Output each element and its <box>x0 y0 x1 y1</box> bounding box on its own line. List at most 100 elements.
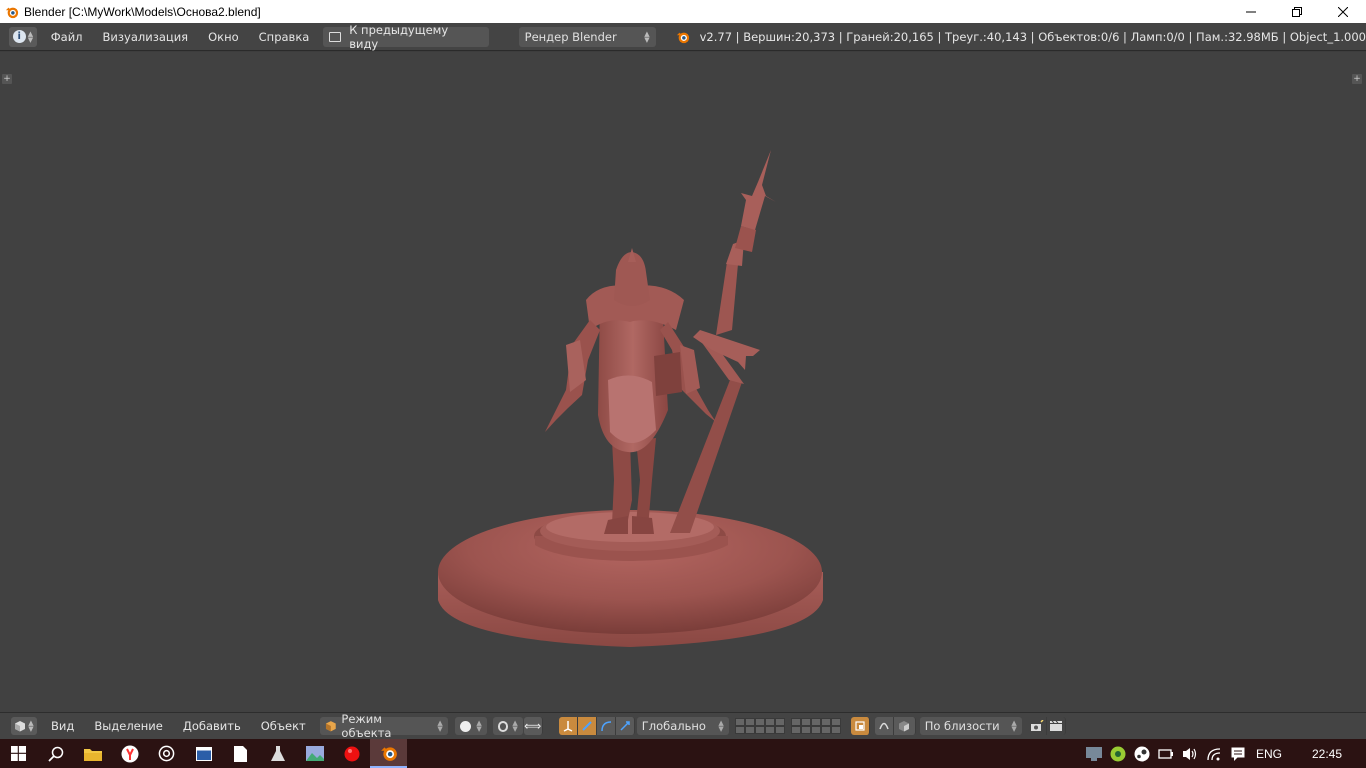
editor-type-selector-3d[interactable]: ▲ ▼ <box>11 717 37 735</box>
layer-13[interactable] <box>754 726 765 734</box>
flask-icon <box>270 745 285 761</box>
layer-16[interactable] <box>790 726 801 734</box>
tray-power[interactable] <box>1154 739 1178 768</box>
window-icon <box>195 746 212 761</box>
minimize-icon <box>1246 11 1256 12</box>
rotate-arc-button[interactable] <box>596 717 616 735</box>
menu-select[interactable]: Выделение <box>84 719 173 733</box>
tray-steam[interactable] <box>1130 739 1154 768</box>
yandex-browser-icon <box>121 745 138 762</box>
tray-app-green[interactable] <box>1106 739 1130 768</box>
layer-3[interactable] <box>754 718 765 726</box>
taskbar-image-viewer[interactable] <box>296 739 333 768</box>
interaction-mode-selector[interactable]: Режим объекта ▲ ▼ <box>319 712 448 740</box>
windows-taskbar: ENG 22:45 <box>0 739 1366 768</box>
lock-layers-button[interactable] <box>850 717 870 735</box>
green-app-icon <box>1110 746 1126 761</box>
layer-buttons-group-2[interactable] <box>790 718 841 734</box>
menu-object[interactable]: Объект <box>251 719 316 733</box>
screen-back-icon <box>329 31 342 42</box>
layer-19[interactable] <box>820 726 831 734</box>
layer-7[interactable] <box>800 718 811 726</box>
render-opengl-button[interactable] <box>1027 717 1047 735</box>
layer-5[interactable] <box>774 718 785 726</box>
restore-button[interactable] <box>1274 0 1320 23</box>
tray-clock[interactable]: 22:45 <box>1288 747 1366 761</box>
updown-arrows-icon: ▲ ▼ <box>512 719 518 733</box>
layer-17[interactable] <box>800 726 811 734</box>
sword <box>670 150 776 533</box>
tray-wifi[interactable] <box>1202 739 1226 768</box>
camera-icon <box>1030 720 1044 731</box>
info-header: i ▲ ▼ Файл Визуализация Окно Справка К пр… <box>0 23 1366 51</box>
blender-logo-icon <box>676 32 689 43</box>
layer-2[interactable] <box>744 718 755 726</box>
system-tray: ENG 22:45 <box>1082 739 1366 768</box>
layer-buttons-group-1[interactable] <box>734 718 785 734</box>
layer-15[interactable] <box>774 726 785 734</box>
layer-14[interactable] <box>764 726 775 734</box>
layer-9[interactable] <box>820 718 831 726</box>
start-button[interactable] <box>0 739 37 768</box>
taskbar-recorder[interactable] <box>333 739 370 768</box>
scale-manipulator-button[interactable] <box>615 717 635 735</box>
tray-notifications[interactable] <box>1226 739 1250 768</box>
document-icon <box>234 745 247 762</box>
search-button[interactable] <box>37 739 74 768</box>
close-button[interactable] <box>1320 0 1366 23</box>
layer-10[interactable] <box>830 718 841 726</box>
tray-language[interactable]: ENG <box>1250 747 1288 761</box>
restore-icon <box>1292 6 1302 17</box>
taskbar-file-explorer[interactable] <box>74 739 111 768</box>
arc-icon <box>600 721 611 732</box>
render-engine-selector[interactable]: Рендер Blender ▲ ▼ <box>518 26 656 47</box>
manipulator-icon: ⟺ <box>524 719 542 733</box>
manipulator-toggle[interactable]: ⟺ <box>523 717 543 735</box>
menu-add[interactable]: Добавить <box>173 719 251 733</box>
taskbar-yandex-browser[interactable] <box>111 739 148 768</box>
layer-6[interactable] <box>790 718 801 726</box>
taskbar-blender[interactable] <box>370 739 407 768</box>
menu-help[interactable]: Справка <box>249 30 320 44</box>
layer-18[interactable] <box>810 726 821 734</box>
monitor-icon <box>1086 746 1102 761</box>
layer-20[interactable] <box>830 726 841 734</box>
menu-view[interactable]: Вид <box>41 719 84 733</box>
window-title: Blender [C:\MyWork\Models\Основа2.blend] <box>24 4 261 19</box>
editor-type-selector[interactable]: i ▲ ▼ <box>9 26 37 47</box>
layer-8[interactable] <box>810 718 821 726</box>
translate-manipulator-button[interactable] <box>558 717 578 735</box>
layer-11[interactable] <box>734 726 745 734</box>
tray-monitor[interactable] <box>1082 739 1106 768</box>
taskbar-flask-app[interactable] <box>259 739 296 768</box>
rotate-manipulator-button[interactable] <box>577 717 597 735</box>
menu-window[interactable]: Окно <box>198 30 249 44</box>
tray-volume[interactable] <box>1178 739 1202 768</box>
minimize-button[interactable] <box>1228 0 1274 23</box>
menu-render[interactable]: Визуализация <box>93 30 199 44</box>
render-opengl-animation-button[interactable] <box>1046 717 1066 735</box>
viewport-shading-selector[interactable]: ▲ ▼ <box>454 717 487 735</box>
taskbar-music-app[interactable] <box>148 739 185 768</box>
pivot-point-selector[interactable]: ▲ ▼ <box>492 717 523 735</box>
3d-viewport[interactable]: + + <box>0 52 1366 712</box>
layer-4[interactable] <box>764 718 775 726</box>
power-plug-icon <box>1158 748 1173 759</box>
knight-statue-model[interactable] <box>0 52 1366 712</box>
taskbar-document[interactable] <box>222 739 259 768</box>
snap-element-selector[interactable] <box>893 717 916 735</box>
proportional-editing-icon <box>879 722 889 730</box>
updown-arrows-icon: ▲ ▼ <box>437 719 443 733</box>
layer-12[interactable] <box>744 726 755 734</box>
back-to-previous-button[interactable]: К предыдущему виду <box>323 23 489 51</box>
updown-arrows-icon: ▲ ▼ <box>28 719 34 733</box>
layer-1[interactable] <box>734 718 745 726</box>
window-title-bar: Blender [C:\MyWork\Models\Основа2.blend] <box>0 0 1366 23</box>
transform-orientation-selector[interactable]: Глобально ▲ ▼ <box>636 717 729 735</box>
taskbar-window-app[interactable] <box>185 739 222 768</box>
snap-target-selector[interactable]: По близости ▲ ▼ <box>919 717 1022 735</box>
cube-icon <box>15 721 26 732</box>
rotate-icon <box>582 721 592 731</box>
proportional-editing-button[interactable] <box>874 717 894 735</box>
menu-file[interactable]: Файл <box>41 30 93 44</box>
